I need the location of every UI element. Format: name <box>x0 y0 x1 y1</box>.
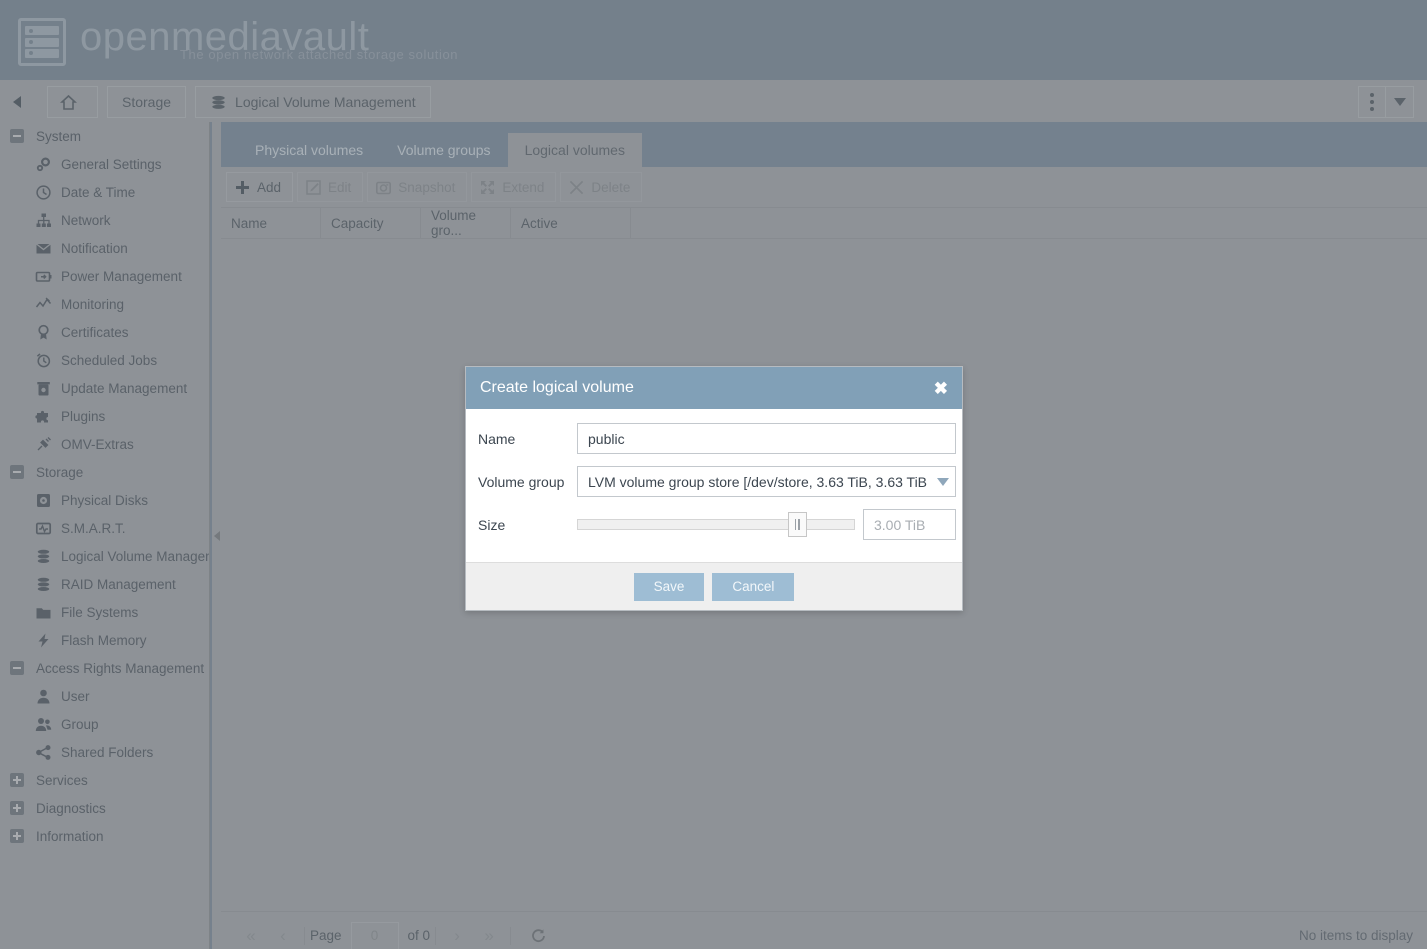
size-field-row: Size 3.00 TiB <box>466 509 962 540</box>
name-input[interactable] <box>577 423 956 454</box>
save-button[interactable]: Save <box>633 572 705 601</box>
slider-track <box>577 519 855 530</box>
size-slider[interactable] <box>577 509 855 540</box>
chevron-down-icon <box>937 477 949 486</box>
dialog-body: Name Volume group LVM volume group store… <box>466 409 962 562</box>
close-icon[interactable]: ✖ <box>934 380 948 397</box>
volume-group-label: Volume group <box>478 473 565 490</box>
dialog-header: Create logical volume ✖ <box>466 367 962 409</box>
dialog-title: Create logical volume <box>480 379 634 396</box>
size-value-display: 3.00 TiB <box>863 509 956 540</box>
slider-thumb[interactable] <box>787 512 807 537</box>
volume-group-selected-value: LVM volume group store [/dev/store, 3.63… <box>588 473 931 490</box>
dialog-footer: Save Cancel <box>466 562 962 610</box>
cancel-button[interactable]: Cancel <box>712 572 795 601</box>
name-field-row: Name <box>466 423 962 454</box>
create-logical-volume-dialog: Create logical volume ✖ Name Volume grou… <box>465 366 963 611</box>
name-label: Name <box>478 430 516 447</box>
volume-group-select[interactable]: LVM volume group store [/dev/store, 3.63… <box>577 466 956 497</box>
size-label: Size <box>478 516 506 533</box>
app-root: openmediavault The open network attached… <box>0 0 1427 949</box>
volume-group-field-row: Volume group LVM volume group store [/de… <box>466 466 962 497</box>
